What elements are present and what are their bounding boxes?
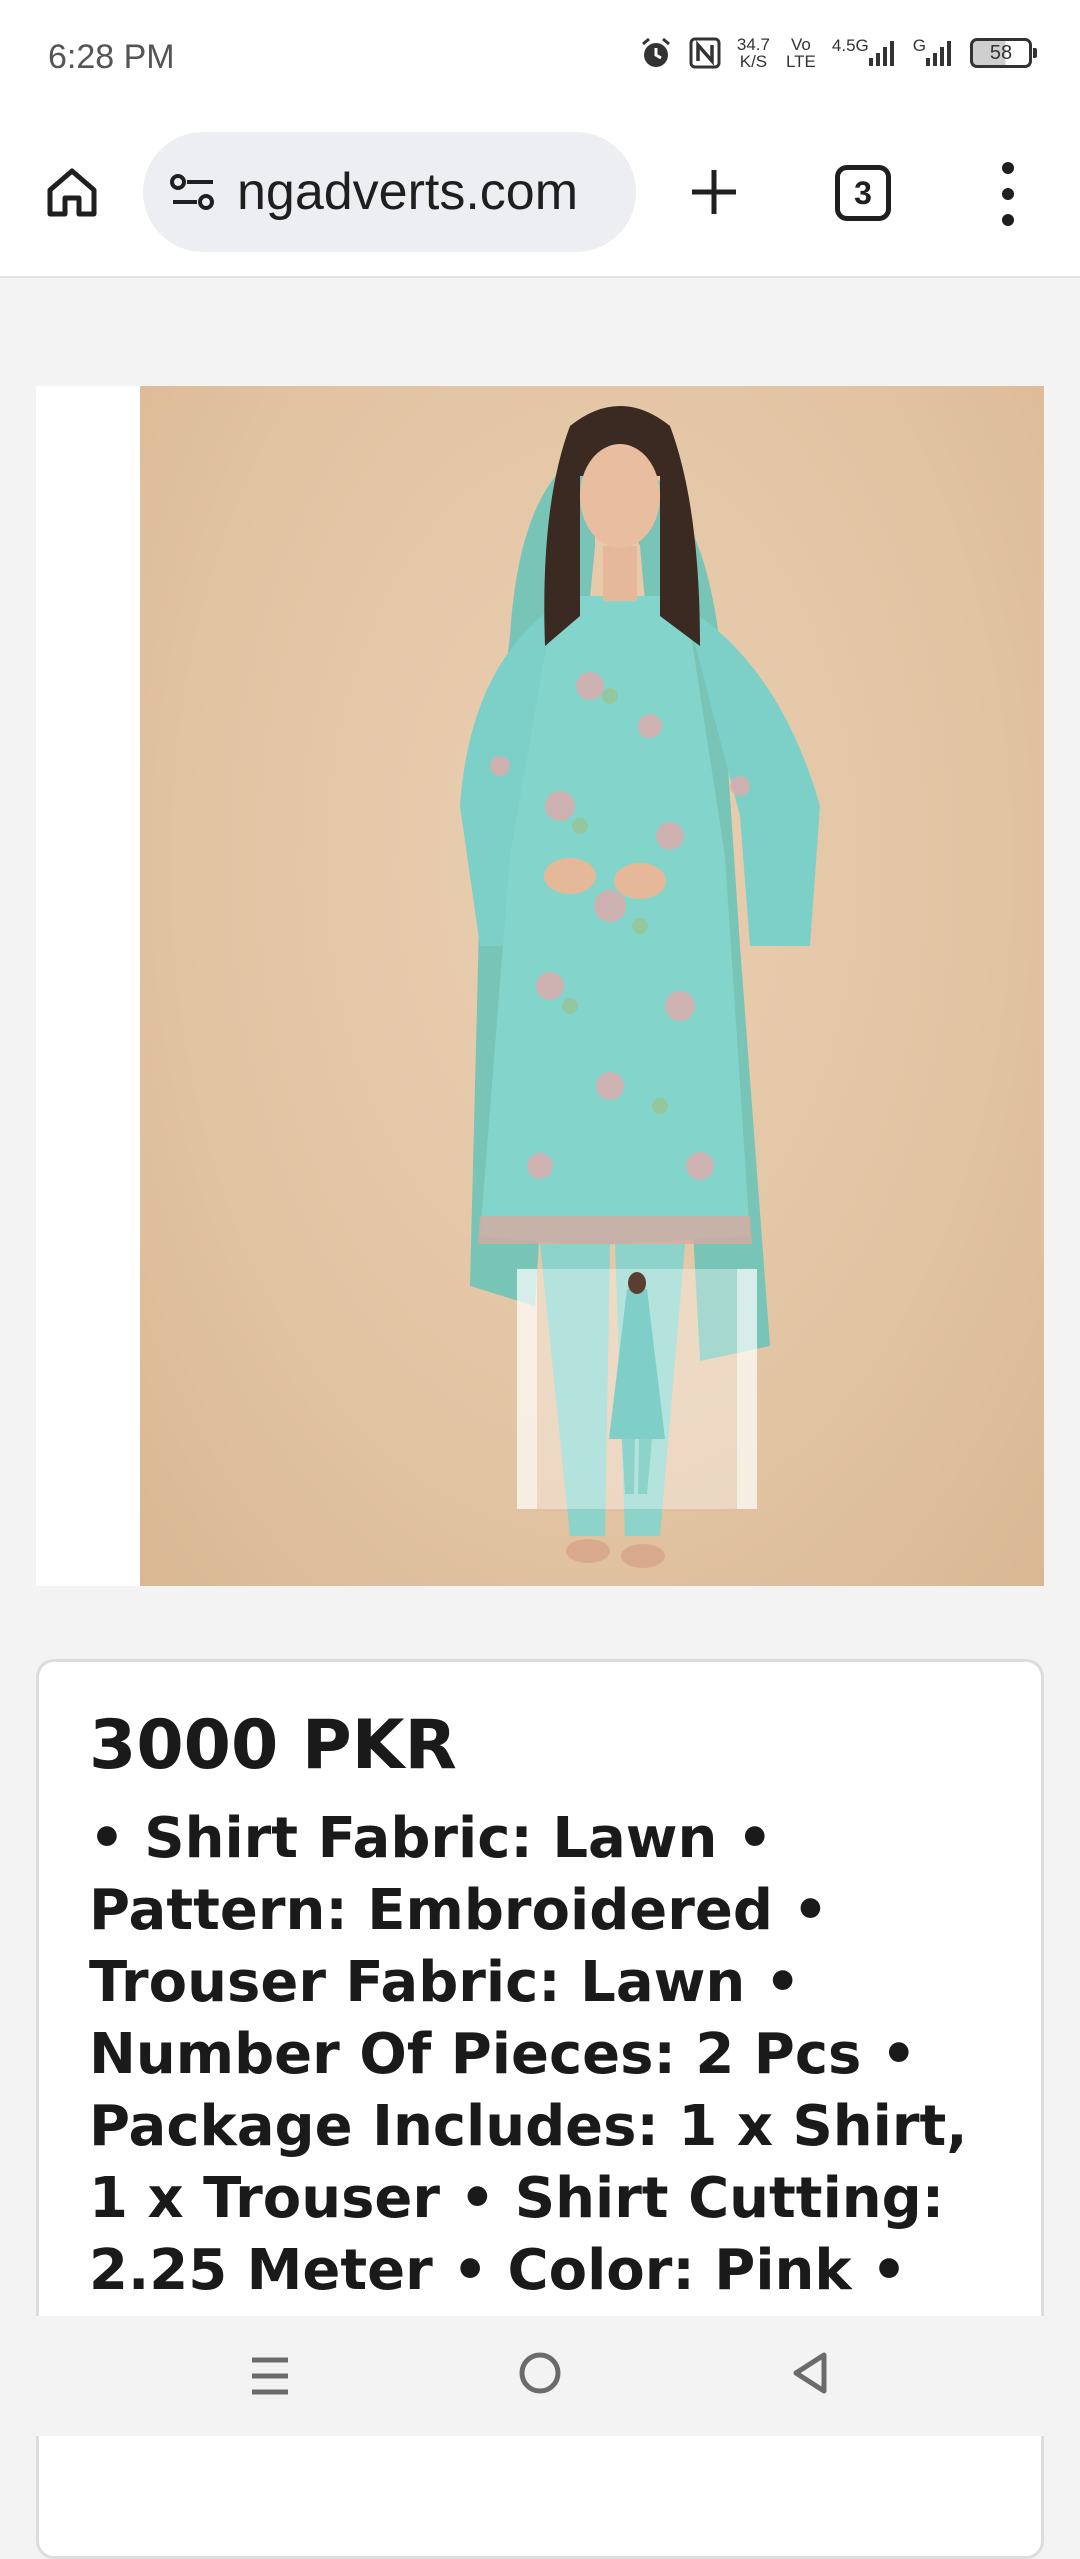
nfc-icon <box>689 37 721 69</box>
site-settings-icon[interactable] <box>163 162 223 222</box>
product-price: 3000 PKR <box>89 1706 457 1785</box>
product-gallery[interactable] <box>36 386 1044 1586</box>
recents-button[interactable] <box>246 2352 294 2400</box>
product-description: • Shirt Fabric: Lawn • Pattern: Embroide… <box>89 1806 968 2375</box>
battery-level: 58 <box>989 41 1013 64</box>
circle-home-icon <box>519 2352 561 2394</box>
signal-bars-icon <box>926 41 951 66</box>
volte-bottom-label: LTE <box>785 52 816 71</box>
sim2-signal: G <box>913 36 954 68</box>
product-photo[interactable] <box>140 386 1044 1586</box>
alarm-icon <box>639 36 673 70</box>
url-text[interactable]: ngadverts.com <box>237 162 578 222</box>
thumbnail-figure-illustration <box>609 1272 665 1494</box>
network-speed-unit: K/S <box>739 52 768 71</box>
browser-toolbar: ngadverts.com 3 <box>0 118 1080 278</box>
plus-icon <box>692 170 736 214</box>
status-icons: 34.7 K/S Vo LTE 4.5G G 58 <box>639 36 1037 70</box>
signal-bars-icon <box>868 41 894 66</box>
volte-top-label: Vo <box>791 35 811 54</box>
volte-indicator: Vo LTE <box>786 36 816 70</box>
network-speed-value: 34.7 <box>736 35 770 54</box>
back-button[interactable] <box>786 2349 834 2397</box>
home-icon <box>47 168 97 217</box>
home-button[interactable] <box>40 160 104 224</box>
sim1-network-label: 4.5G <box>831 36 869 55</box>
network-speed: 34.7 K/S <box>737 36 770 70</box>
status-time: 6:28 PM <box>48 38 175 76</box>
back-triangle-icon <box>793 2352 827 2394</box>
tab-count: 3 <box>854 174 872 211</box>
overflow-menu-button[interactable] <box>992 162 1024 226</box>
address-bar[interactable]: ngadverts.com <box>143 132 636 252</box>
more-vert-icon <box>1002 162 1014 174</box>
thumbnail-preview[interactable] <box>517 1269 757 1509</box>
tab-switcher-button[interactable]: 3 <box>835 165 891 221</box>
system-navigation-bar <box>0 2316 1080 2436</box>
status-bar: 6:28 PM 34.7 K/S Vo LTE 4.5G G 58 <box>0 0 1080 118</box>
recents-icon <box>252 2357 288 2395</box>
home-nav-button[interactable] <box>516 2349 564 2397</box>
battery-icon: 58 <box>970 38 1037 68</box>
new-tab-button[interactable] <box>684 162 744 222</box>
sim1-signal: 4.5G <box>831 36 897 68</box>
